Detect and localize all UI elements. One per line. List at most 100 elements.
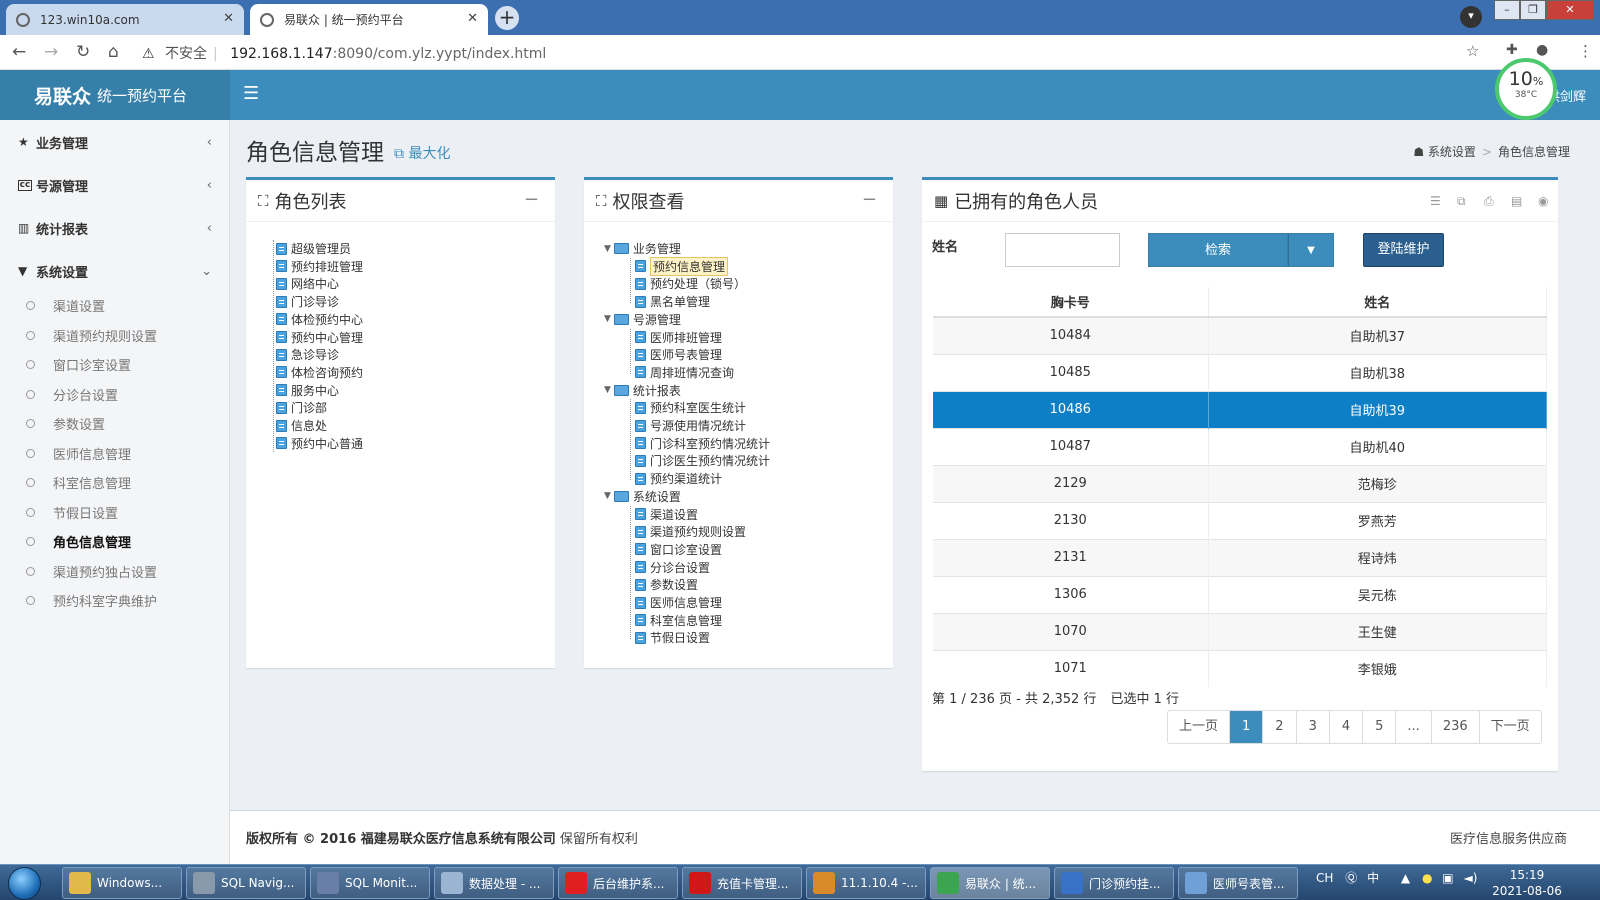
clock[interactable]: 15:19 2021-08-06 (1490, 867, 1564, 899)
role-node[interactable]: 急诊导诊 (276, 346, 339, 363)
role-node[interactable]: 预约中心管理 (276, 329, 363, 346)
permission-node[interactable]: 预约处理（锁号） (635, 275, 746, 292)
page-link[interactable]: 上一页 (1168, 711, 1231, 743)
home-icon[interactable]: ⌂ (108, 42, 119, 62)
restore-window-button[interactable]: ❐ (1520, 0, 1546, 20)
permission-node[interactable]: 医师信息管理 (635, 594, 722, 611)
browser-tab-2[interactable]: 易联众 | 统一预约平台 ✕ (250, 4, 488, 35)
permission-group-node[interactable]: ▼ 业务管理 (604, 240, 681, 257)
role-node[interactable]: 门诊导诊 (276, 293, 339, 310)
role-node[interactable]: 体检咨询预约 (276, 364, 363, 381)
role-node[interactable]: 服务中心 (276, 382, 339, 399)
account-icon[interactable]: ● (1536, 42, 1548, 58)
role-node[interactable]: 预约中心普通 (276, 435, 363, 452)
permission-node[interactable]: 预约渠道统计 (635, 470, 722, 487)
sidebar-subitem[interactable]: 节假日设置 (26, 503, 118, 522)
permission-group-node[interactable]: ▼ 统计报表 (604, 382, 681, 399)
page-link[interactable]: 5 (1363, 711, 1397, 743)
permission-node[interactable]: 渠道预约规则设置 (635, 523, 746, 540)
table-row[interactable]: 1070 王生健 (933, 612, 1547, 650)
taskbar-item[interactable]: 充值卡管理... (682, 867, 802, 899)
ime-icon[interactable]: Ⓠ (1345, 871, 1357, 885)
extensions-icon[interactable]: ✚ (1506, 42, 1518, 58)
sidebar-subitem[interactable]: 预约科室字典维护 (26, 591, 157, 610)
taskbar-item[interactable]: SQL Navig... (186, 867, 306, 899)
triangle-down-icon[interactable]: ▼ (604, 244, 611, 254)
start-button[interactable] (8, 867, 41, 900)
app-logo[interactable]: 易联众 统一预约平台 (0, 70, 230, 120)
sidebar-menu-business[interactable]: ★ 业务管理 ‹ (0, 120, 230, 164)
permission-group-node[interactable]: ▼ 系统设置 (604, 488, 681, 505)
triangle-down-icon[interactable]: ▼ (604, 385, 611, 395)
new-tab-button[interactable]: + (495, 6, 519, 30)
back-icon[interactable]: ← (12, 42, 26, 62)
sidebar-menu-source[interactable]: cc 号源管理 ‹ (0, 163, 230, 207)
reload-icon[interactable]: ↻ (76, 42, 90, 62)
sidebar-subitem[interactable]: 参数设置 (26, 414, 105, 433)
eye-icon[interactable]: ◉ (1538, 194, 1548, 208)
sidebar-menu-system[interactable]: ▼ 系统设置 ⌄ (0, 249, 230, 293)
sidebar-subitem[interactable]: 渠道预约规则设置 (26, 326, 157, 345)
page-link[interactable]: 236 (1432, 711, 1480, 743)
taskbar-item[interactable]: Windows... (62, 867, 182, 899)
triangle-down-icon[interactable]: ▼ (604, 491, 611, 501)
permission-node[interactable]: 参数设置 (635, 576, 698, 593)
role-node[interactable]: 超级管理员 (276, 240, 351, 257)
maximize-link[interactable]: ⧉ 最大化 (394, 143, 450, 163)
close-tab-icon[interactable]: ✕ (467, 11, 478, 26)
permission-node[interactable]: 渠道设置 (635, 506, 698, 523)
taskbar-item[interactable]: 数据处理 - ... (434, 867, 554, 899)
page-link[interactable]: 2 (1263, 711, 1297, 743)
permission-node[interactable]: 号源使用情况统计 (635, 417, 746, 434)
close-window-button[interactable]: ✕ (1546, 0, 1594, 20)
role-node[interactable]: 信息处 (276, 417, 327, 434)
network-icon[interactable]: ▣ (1442, 871, 1453, 885)
table-row[interactable]: 2130 罗燕芳 (933, 501, 1547, 539)
permission-node[interactable]: 黑名单管理 (635, 293, 710, 310)
sidebar-subitem[interactable]: 医师信息管理 (26, 444, 131, 463)
sidebar-menu-reports[interactable]: ▥ 统计报表 ‹ (0, 206, 230, 250)
role-node[interactable]: 体检预约中心 (276, 311, 363, 328)
table-row[interactable]: 10487 自助机40 (933, 427, 1547, 465)
taskbar-item[interactable]: 后台维护系... (558, 867, 678, 899)
table-row[interactable]: 10486 自助机39 (933, 390, 1547, 428)
permission-node[interactable]: 医师排班管理 (635, 329, 722, 346)
browser-tab-1[interactable]: 123.win10a.com ✕ (6, 4, 244, 35)
lang-indicator[interactable]: CH (1316, 871, 1333, 885)
tray-arrow-icon[interactable]: ▲ (1401, 871, 1410, 885)
permission-node[interactable]: 医师号表管理 (635, 346, 722, 363)
list-icon[interactable]: ☰ (1430, 194, 1441, 208)
column-header-card[interactable]: 胸卡号 (933, 287, 1209, 318)
export-icon[interactable]: ▤ (1511, 194, 1522, 208)
page-link[interactable]: 3 (1297, 711, 1330, 743)
copy-icon[interactable]: ⧉ (1457, 194, 1466, 209)
role-node[interactable]: 门诊部 (276, 399, 327, 416)
sidebar-subitem[interactable]: 渠道预约独占设置 (26, 562, 157, 581)
taskbar-item[interactable]: 医师号表管... (1178, 867, 1298, 899)
search-button[interactable]: 检索 (1148, 233, 1288, 267)
profile-menu-icon[interactable]: ▾ (1460, 6, 1482, 28)
permission-node[interactable]: 节假日设置 (635, 629, 710, 646)
permission-node[interactable]: 门诊医生预约情况统计 (635, 452, 770, 469)
permission-node[interactable]: 科室信息管理 (635, 612, 722, 629)
table-row[interactable]: 10484 自助机37 (933, 316, 1547, 354)
sidebar-subitem[interactable]: 渠道设置 (26, 296, 105, 315)
triangle-down-icon[interactable]: ▼ (604, 314, 611, 324)
role-node[interactable]: 预约排班管理 (276, 258, 363, 275)
cpu-monitor-widget[interactable]: 10% 38°C (1495, 58, 1557, 120)
forward-icon[interactable]: → (44, 42, 58, 62)
taskbar-item[interactable]: SQL Monit... (310, 867, 430, 899)
minimize-window-button[interactable]: – (1494, 0, 1520, 20)
bookmark-star-icon[interactable]: ☆ (1466, 42, 1479, 60)
taskbar-item[interactable]: 易联众 | 统... (930, 867, 1050, 899)
collapse-icon[interactable]: − (862, 189, 877, 210)
table-row[interactable]: 1071 李银娥 (933, 649, 1547, 687)
taskbar-item[interactable]: 门诊预约挂... (1054, 867, 1174, 899)
role-node[interactable]: 网络中心 (276, 275, 339, 292)
page-link[interactable]: ... (1396, 711, 1432, 743)
table-row[interactable]: 2129 范梅珍 (933, 464, 1547, 502)
column-header-name[interactable]: 姓名 (1208, 287, 1547, 318)
table-row[interactable]: 10485 自助机38 (933, 353, 1547, 391)
print-icon[interactable]: ⎙ (1484, 194, 1494, 209)
page-current[interactable]: 1 (1230, 711, 1264, 743)
